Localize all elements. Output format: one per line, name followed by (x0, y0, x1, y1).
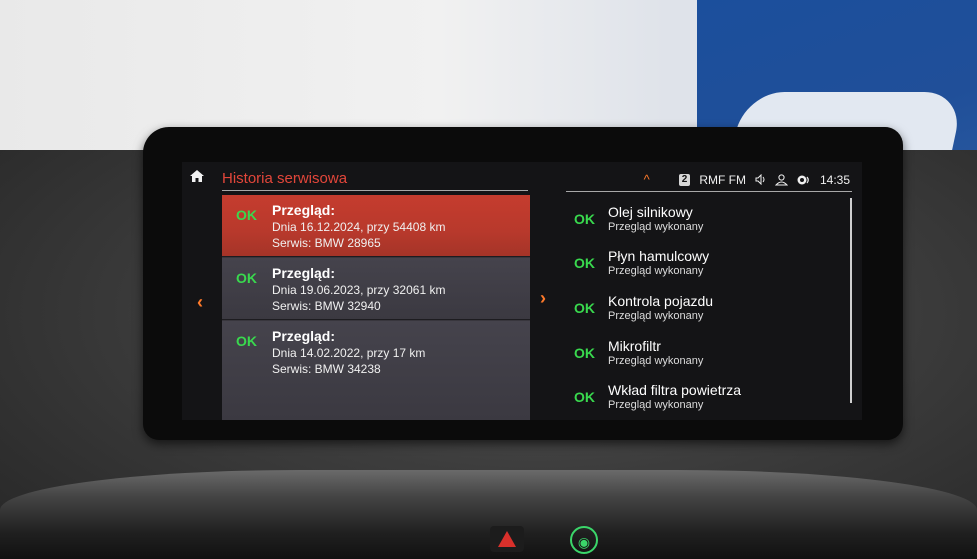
infotainment-screen: Historia serwisowa ^ 2 RMF FM 14:35 ‹ › (182, 162, 862, 420)
check-item[interactable]: OK Olej silnikowy Przegląd wykonany (566, 200, 846, 244)
check-name: Olej silnikowy (608, 204, 693, 220)
airbag-indicator-icon: ◉ (570, 526, 598, 554)
check-status: Przegląd wykonany (608, 221, 704, 233)
service-checks-list: OK Olej silnikowy Przegląd wykonany OK P… (566, 195, 856, 420)
status-ok: OK (574, 211, 595, 227)
service-dealer: Serwis: BMW 32940 (272, 299, 381, 313)
scrollbar[interactable] (850, 198, 852, 403)
page-title: Historia serwisowa (222, 170, 348, 187)
service-entry[interactable]: OK Przegląd: Dnia 16.12.2024, przy 54408… (222, 195, 530, 257)
service-dealer: Serwis: BMW 28965 (272, 236, 381, 250)
status-ok: OK (236, 207, 257, 223)
hazard-icon (498, 531, 516, 547)
check-name: Kontrola pojazdu (608, 293, 714, 309)
check-status: Przegląd wykonany (608, 310, 704, 322)
dashboard-lower-trim (0, 470, 977, 559)
check-status: Przegląd wykonany (608, 355, 704, 367)
next-arrow-icon[interactable]: › (540, 288, 546, 309)
status-ok: OK (574, 300, 595, 316)
service-heading: Przegląd: (272, 265, 336, 281)
user-profile-icon[interactable] (774, 173, 788, 186)
chevron-up-icon[interactable]: ^ (644, 172, 650, 187)
status-ok: OK (574, 255, 595, 271)
service-entry[interactable]: OK Przegląd: Dnia 14.02.2022, przy 17 km… (222, 321, 530, 420)
service-date: Dnia 14.02.2022, przy 17 km (272, 346, 426, 360)
service-date: Dnia 16.12.2024, przy 54408 km (272, 220, 446, 234)
service-history-list: OK Przegląd: Dnia 16.12.2024, przy 54408… (222, 195, 530, 420)
top-bar: Historia serwisowa ^ 2 RMF FM 14:35 (182, 162, 862, 190)
status-ok: OK (574, 389, 595, 405)
volume-icon (755, 174, 765, 185)
service-date: Dnia 19.06.2023, przy 32061 km (272, 283, 446, 297)
check-name: Mikrofiltr (608, 338, 661, 354)
radio-station[interactable]: RMF FM (699, 173, 746, 187)
status-ok: OK (236, 333, 257, 349)
previous-arrow-icon[interactable]: ‹ (197, 292, 203, 313)
check-item[interactable]: OK Płyn hamulcowy Przegląd wykonany (566, 244, 846, 288)
home-icon[interactable] (190, 170, 204, 182)
check-status: Przegląd wykonany (608, 265, 704, 277)
service-heading: Przegląd: (272, 328, 336, 344)
service-entry[interactable]: OK Przegląd: Dnia 19.06.2023, przy 32061… (222, 258, 530, 320)
check-status: Przegląd wykonany (608, 399, 704, 411)
connectivity-icon (797, 175, 809, 184)
check-name: Płyn hamulcowy (608, 248, 710, 264)
status-ok: OK (236, 270, 257, 286)
clock: 14:35 (819, 172, 850, 187)
title-divider (222, 190, 528, 191)
right-divider (566, 191, 852, 192)
check-item[interactable]: OK Kontrola pojazdu Przegląd wykonany (566, 289, 846, 333)
check-item[interactable]: OK Mikrofiltr Przegląd wykonany (566, 334, 846, 378)
check-item[interactable]: OK Wkład filtra powietrza Przegląd wykon… (566, 378, 846, 420)
service-heading: Przegląd: (272, 202, 336, 218)
service-dealer: Serwis: BMW 34238 (272, 362, 381, 376)
hazard-button[interactable] (490, 526, 524, 552)
status-bar: ^ 2 RMF FM 14:35 (644, 172, 850, 187)
check-name: Wkład filtra powietrza (608, 382, 742, 398)
status-ok: OK (574, 345, 595, 361)
radio-preset-badge: 2 (678, 173, 691, 186)
